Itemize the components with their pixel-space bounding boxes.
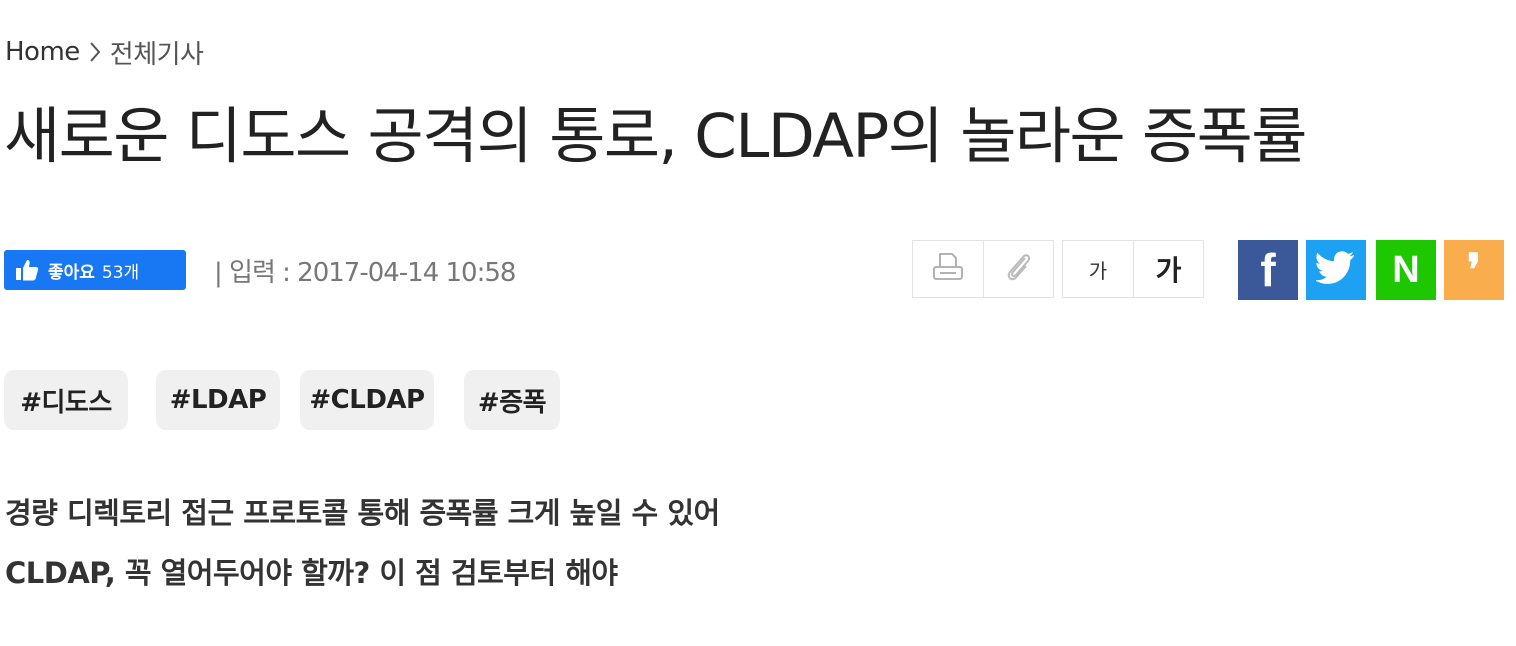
tag-chip[interactable]: #증폭 <box>464 370 560 430</box>
article-title: 새로운 디도스 공격의 통로, CLDAP의 놀라운 증폭률 <box>4 101 1307 172</box>
like-count: 53개 <box>101 262 140 283</box>
tag-chip[interactable]: #LDAP <box>156 370 280 430</box>
article-tools <box>912 240 1054 298</box>
thumbs-up-icon <box>14 257 40 283</box>
naver-icon: N <box>1392 248 1420 291</box>
paperclip-icon <box>1003 250 1035 288</box>
attachment-button[interactable] <box>983 241 1053 297</box>
share-facebook-button[interactable]: f <box>1238 240 1298 300</box>
article-subtitle: 경량 디렉토리 접근 프로토콜 통해 증폭률 크게 높일 수 있어 <box>5 496 720 530</box>
share-twitter-button[interactable] <box>1306 240 1366 300</box>
twitter-bird-icon <box>1314 251 1356 289</box>
article-subtitle: CLDAP, 꼭 열어두어야 할까? 이 점 검토부터 해야 <box>5 556 618 590</box>
share-naver-button[interactable]: N <box>1376 240 1436 300</box>
kakaostory-icon: ❜ <box>1466 245 1482 295</box>
breadcrumb: Home 전체기사 <box>5 34 204 71</box>
breadcrumb-current-link[interactable]: 전체기사 <box>110 34 204 71</box>
facebook-icon: f <box>1260 244 1276 296</box>
like-label: 좋아요 <box>48 262 95 283</box>
publish-date: | 입력 : 2017-04-14 10:58 <box>214 258 516 288</box>
printer-icon <box>931 251 965 287</box>
font-decrease-button[interactable]: 가 <box>1063 241 1133 297</box>
share-kakaostory-button[interactable]: ❜ <box>1444 240 1504 300</box>
tag-chip[interactable]: #CLDAP <box>300 370 434 430</box>
font-increase-button[interactable]: 가 <box>1133 241 1203 297</box>
facebook-like-button[interactable]: 좋아요 53개 <box>4 250 186 290</box>
font-size-tools: 가 가 <box>1062 240 1204 298</box>
tag-chip[interactable]: #디도스 <box>4 370 128 430</box>
print-button[interactable] <box>913 241 983 297</box>
chevron-right-icon <box>88 40 102 64</box>
article-meta-row: 좋아요 53개 | 입력 : 2017-04-14 10:58 가 가 f N … <box>0 238 1516 302</box>
breadcrumb-home-link[interactable]: Home <box>5 37 80 67</box>
